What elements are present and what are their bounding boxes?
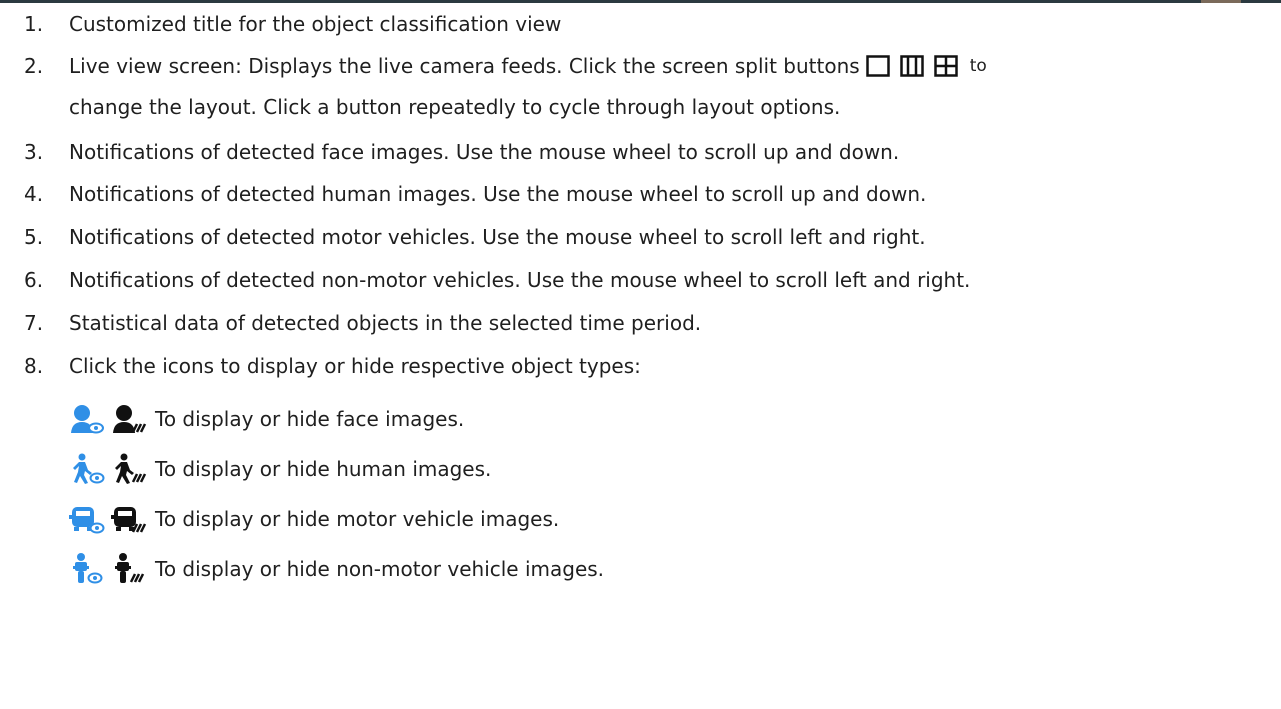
non-motor-vehicle-show-icon[interactable]: [69, 552, 105, 586]
item-text: Click the icons to display or hide respe…: [69, 354, 641, 378]
item-text: Live view screen: Displays the live came…: [69, 54, 860, 78]
image-edge-accent: [1201, 0, 1241, 3]
item-text: Notifications of detected non-motor vehi…: [69, 268, 971, 292]
motor-vehicle-show-icon[interactable]: [69, 503, 105, 535]
item-text: Notifications of detected face images. U…: [69, 140, 900, 164]
item-text: Customized title for the object classifi…: [69, 12, 562, 36]
item-text: to: [969, 56, 987, 76]
non-motor-vehicle-toggle-icons: [69, 552, 155, 586]
item-number: 7.: [24, 311, 44, 335]
split-single-icon: [865, 55, 890, 77]
item-number: 5.: [24, 225, 44, 249]
item-number: 3.: [24, 140, 44, 164]
item-text: Notifications of detected motor vehicles…: [69, 225, 926, 249]
item-number: 8.: [24, 354, 44, 378]
top-image-edge: [0, 0, 1281, 3]
item-number: 6.: [24, 268, 44, 292]
subitem-motor-vehicle: To display or hide motor vehicle images.: [69, 502, 559, 536]
item-text: Notifications of detected human images. …: [69, 182, 927, 206]
subitem-text: To display or hide motor vehicle images.: [155, 507, 560, 531]
subitem-text: To display or hide non-motor vehicle ima…: [155, 557, 605, 581]
subitem-face: To display or hide face images.: [69, 402, 464, 436]
face-hide-icon[interactable]: [111, 403, 147, 435]
screen-split-buttons: [865, 55, 958, 77]
split-quad-icon: [933, 55, 958, 77]
item-text: Statistical data of detected objects in …: [69, 311, 702, 335]
face-show-icon[interactable]: [69, 403, 105, 435]
human-toggle-icons: [69, 453, 155, 485]
subitem-non-motor-vehicle: To display or hide non-motor vehicle ima…: [69, 552, 604, 586]
item-number: 4.: [24, 182, 44, 206]
non-motor-vehicle-hide-icon[interactable]: [111, 552, 147, 586]
motor-vehicle-hide-icon[interactable]: [111, 503, 147, 535]
item-text-line: Live view screen: Displays the live came…: [69, 54, 987, 78]
human-hide-icon[interactable]: [111, 453, 147, 485]
motor-vehicle-toggle-icons: [69, 503, 155, 535]
human-show-icon[interactable]: [69, 453, 105, 485]
subitem-text: To display or hide human images.: [155, 457, 492, 481]
face-toggle-icons: [69, 403, 155, 435]
subitem-text: To display or hide face images.: [155, 407, 465, 431]
item-text: change the layout. Click a button repeat…: [69, 95, 841, 119]
split-dual-icon: [899, 55, 924, 77]
item-number: 1.: [24, 12, 44, 36]
item-number: 2.: [24, 54, 44, 78]
subitem-human: To display or hide human images.: [69, 452, 491, 486]
